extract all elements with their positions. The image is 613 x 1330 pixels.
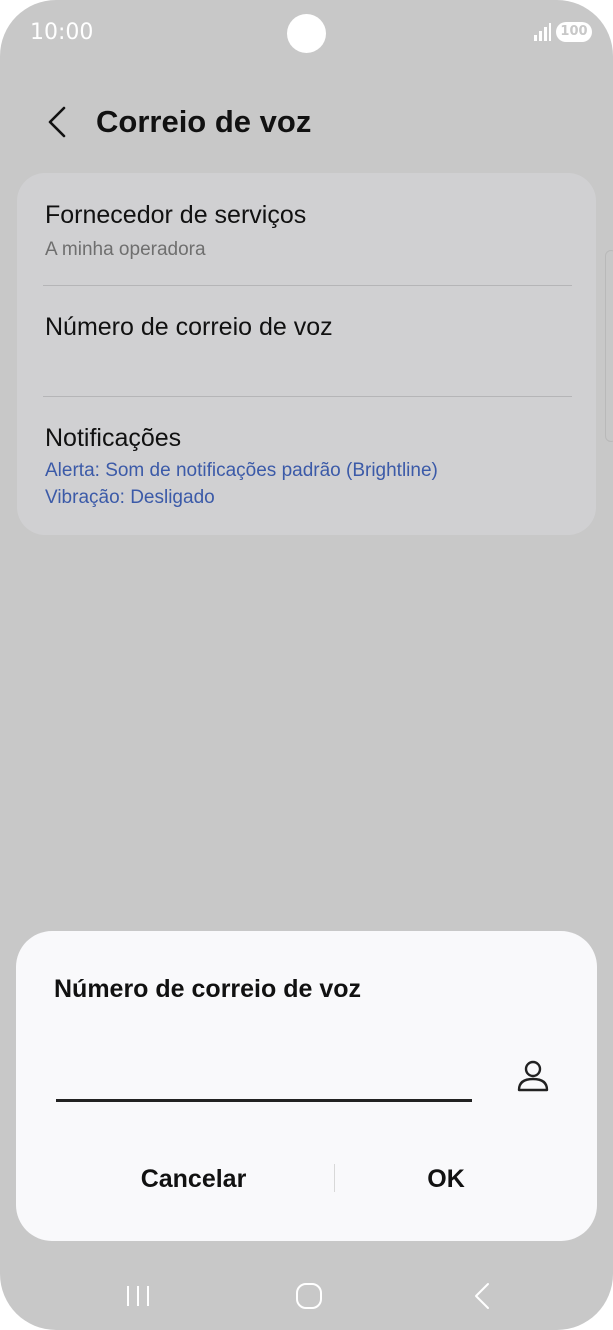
button-divider: [334, 1164, 335, 1192]
notifications-item[interactable]: Notificações Alerta: Som de notificações…: [17, 397, 596, 535]
service-provider-title: Fornecedor de serviços: [45, 201, 307, 229]
page-title: Correio de voz: [96, 104, 312, 139]
chevron-left-icon: [48, 106, 66, 138]
voicemail-number-dialog: Número de correio de voz Cancelar OK: [16, 931, 597, 1241]
cancel-button[interactable]: Cancelar: [46, 1149, 341, 1209]
home-icon: [296, 1283, 322, 1309]
voicemail-number-title: Número de correio de voz: [45, 313, 333, 341]
nav-back-button[interactable]: [460, 1274, 504, 1318]
contact-picker-button[interactable]: [511, 1055, 555, 1099]
contact-person-icon: [517, 1060, 549, 1092]
voicemail-number-item[interactable]: Número de correio de voz: [17, 286, 596, 396]
ok-button[interactable]: OK: [346, 1149, 546, 1209]
scrollbar[interactable]: [605, 250, 613, 442]
status-time: 10:00: [30, 20, 94, 45]
battery-icon: 100: [556, 22, 592, 42]
back-button[interactable]: [36, 100, 80, 144]
voicemail-number-input[interactable]: [56, 1055, 472, 1102]
back-icon: [475, 1283, 489, 1309]
front-camera: [287, 14, 326, 53]
navigation-bar: [0, 1262, 613, 1330]
settings-card: Fornecedor de serviços A minha operadora…: [17, 173, 596, 535]
signal-icon: [534, 23, 551, 41]
notifications-alert: Alerta: Som de notificações padrão (Brig…: [45, 460, 438, 481]
phone-screen: 10:00 100 Correio de voz Fornecedor de s…: [0, 0, 613, 1330]
service-provider-subtitle: A minha operadora: [45, 239, 206, 260]
recent-apps-icon: [127, 1286, 149, 1306]
notifications-title: Notificações: [45, 424, 182, 452]
home-button[interactable]: [287, 1274, 331, 1318]
service-provider-item[interactable]: Fornecedor de serviços A minha operadora: [17, 173, 596, 285]
status-bar: 10:00 100: [0, 0, 613, 66]
recent-apps-button[interactable]: [116, 1274, 160, 1318]
notifications-vibration: Vibração: Desligado: [45, 487, 215, 508]
dialog-title: Número de correio de voz: [54, 975, 362, 1003]
